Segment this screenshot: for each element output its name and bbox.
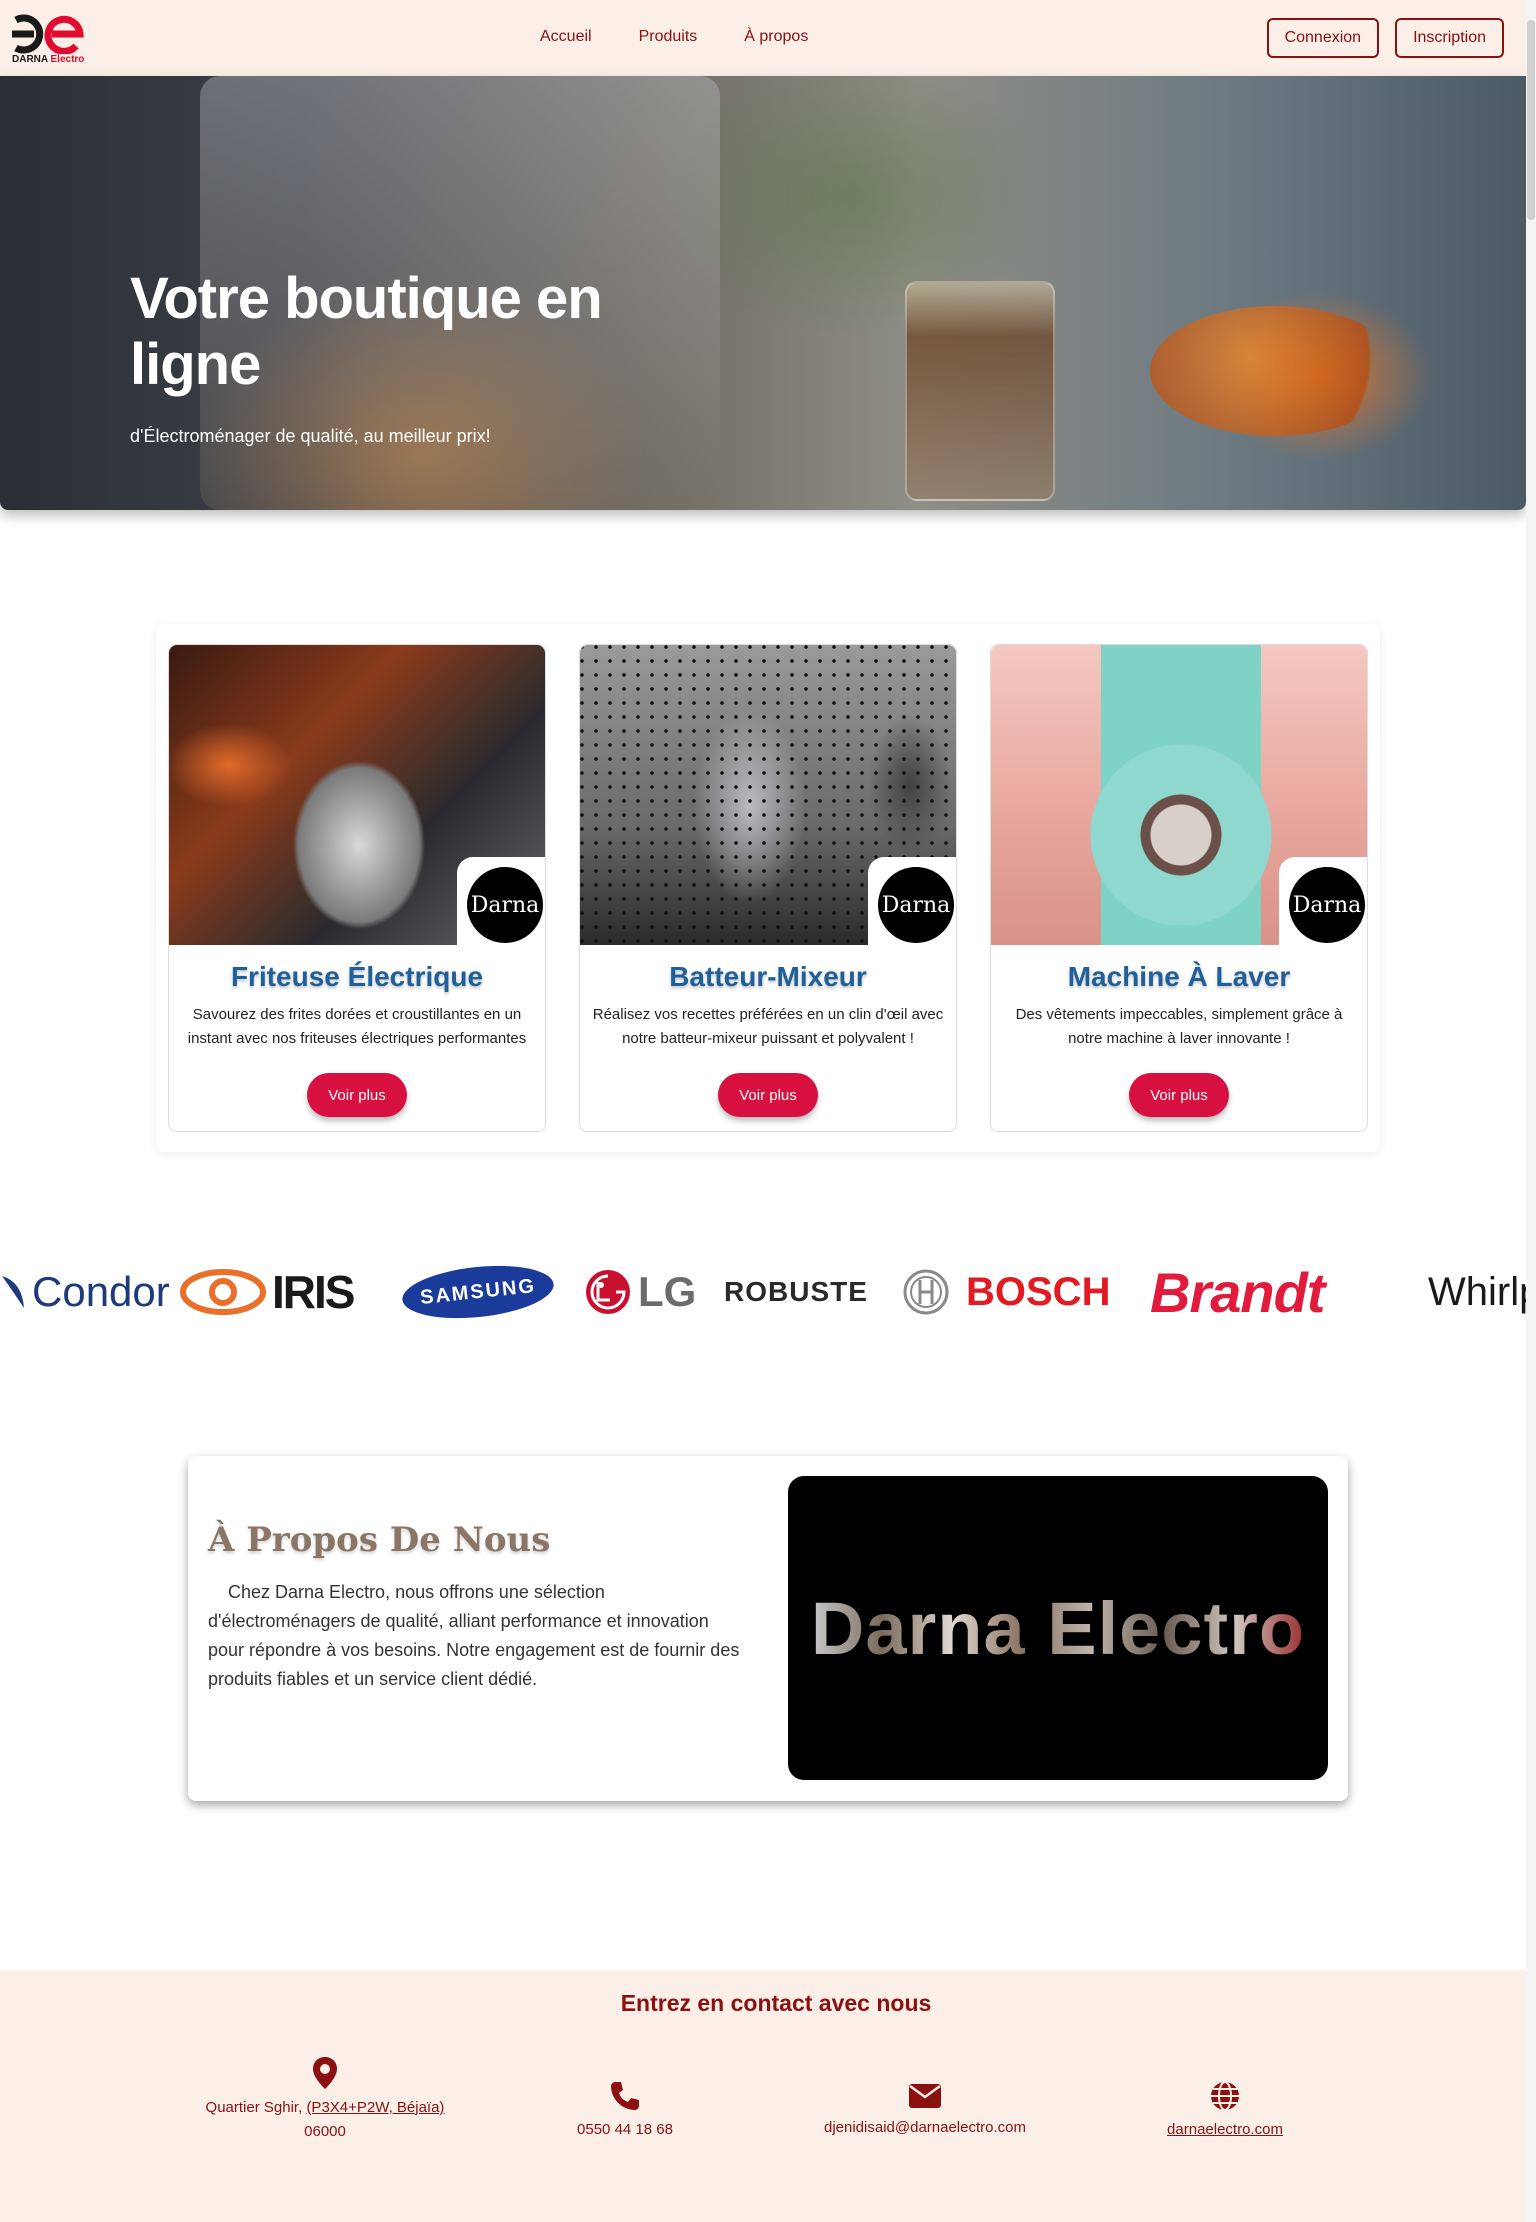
- brand-logo-bosch: BOSCH: [902, 1264, 1110, 1320]
- condor-wing-icon: [2, 1276, 24, 1308]
- login-button[interactable]: Connexion: [1266, 18, 1380, 58]
- brand-logo-iris: IRIS: [180, 1264, 355, 1320]
- product-image-batteur: Darna: [580, 645, 956, 945]
- about-section: À Propos De Nous Chez Darna Electro, nou…: [188, 1456, 1348, 1801]
- product-card-batteur: Darna Batteur-Mixeur Réalisez vos recett…: [579, 644, 957, 1132]
- auth-buttons: Connexion Inscription: [1266, 18, 1504, 58]
- scrollbar-thumb[interactable]: [1527, 20, 1535, 220]
- product-description: Réalisez vos recettes préférées en un cl…: [592, 1006, 944, 1047]
- page-scrollbar[interactable]: [1526, 0, 1536, 2222]
- product-description: Des vêtements impeccables, simplement gr…: [1015, 1006, 1343, 1047]
- address-map-link[interactable]: (P3X4+P2W, Béjaïa): [306, 2099, 444, 2116]
- main-nav: Accueil Produits À propos: [540, 28, 808, 46]
- product-card-machine-a-laver: Darna Machine À Laver Des vêtements impe…: [990, 644, 1368, 1132]
- badge-notch: Darna: [868, 857, 956, 945]
- about-title: À Propos De Nous: [208, 1520, 551, 1560]
- darna-badge: Darna: [1289, 867, 1365, 943]
- contact-phone: 0550 44 18 68: [495, 2080, 755, 2142]
- lg-face-icon: [586, 1270, 630, 1314]
- brand-logo-robuste: ROBUSTE: [724, 1276, 868, 1307]
- product-image-machine-a-laver: Darna: [991, 645, 1367, 945]
- nav-accueil[interactable]: Accueil: [540, 28, 592, 46]
- contact-footer: Entrez en contact avec nous Quartier Sgh…: [0, 1970, 1526, 2222]
- iris-eye-icon: [180, 1269, 266, 1315]
- logo[interactable]: DARNA Electro: [10, 10, 90, 66]
- hero-subtitle: d'Électroménager de qualité, au meilleur…: [130, 426, 491, 446]
- brands-strip: Condor IRIS SAMSUNG LG ROBUSTE BOSCH Bra…: [0, 1252, 1526, 1328]
- nav-a-propos[interactable]: À propos: [744, 28, 808, 46]
- logo-text: DARNA Electro: [12, 54, 85, 65]
- product-title: Machine À Laver: [1067, 961, 1291, 992]
- hero-oranges-image: [1150, 306, 1400, 436]
- brand-logo-condor: Condor: [0, 1264, 170, 1320]
- hero-title: Votre boutique en ligne: [130, 266, 603, 397]
- about-text: Chez Darna Electro, nous offrons une sél…: [208, 1582, 740, 1689]
- hero-banner: Votre boutique en ligne d'Électroménager…: [0, 76, 1526, 510]
- product-description: Savourez des frites dorées et croustilla…: [187, 1006, 527, 1047]
- mail-icon: [909, 2084, 941, 2108]
- signup-button[interactable]: Inscription: [1395, 18, 1504, 58]
- bosch-armature-icon: [903, 1269, 949, 1315]
- contact-email: djenidisaid@darnaelectro.com: [795, 2080, 1055, 2140]
- product-image-friteuse: Darna: [169, 645, 545, 945]
- website-link[interactable]: darnaelectro.com: [1167, 2121, 1283, 2138]
- badge-notch: Darna: [457, 857, 545, 945]
- product-card-friteuse: Darna Friteuse Électrique Savourez des f…: [168, 644, 546, 1132]
- badge-notch: Darna: [1279, 857, 1367, 945]
- phone-icon: [611, 2082, 639, 2110]
- hero-coffee-cup-image: [905, 281, 1055, 501]
- contact-website: darnaelectro.com: [1095, 2080, 1355, 2142]
- brand-logo-lg: LG: [584, 1264, 696, 1320]
- voir-plus-button[interactable]: Voir plus: [1129, 1073, 1229, 1117]
- nav-produits[interactable]: Produits: [639, 28, 698, 46]
- voir-plus-button[interactable]: Voir plus: [718, 1073, 818, 1117]
- brand-logo-whirlpool: Whirlp: [1428, 1269, 1526, 1314]
- about-video[interactable]: Darna Electro: [788, 1476, 1328, 1780]
- product-title: Batteur-Mixeur: [669, 961, 867, 992]
- navbar: DARNA Electro Accueil Produits À propos …: [0, 0, 1526, 76]
- location-icon: [313, 2057, 337, 2089]
- product-title: Friteuse Électrique: [230, 961, 484, 992]
- voir-plus-button[interactable]: Voir plus: [307, 1073, 407, 1117]
- products-section: Darna Friteuse Électrique Savourez des f…: [156, 624, 1380, 1152]
- globe-icon: [1211, 2081, 1239, 2111]
- brand-logo-samsung: SAMSUNG: [399, 1259, 557, 1325]
- about-video-text: Darna Electro: [810, 1586, 1306, 1670]
- contact-address: Quartier Sghir, (P3X4+P2W, Béjaïa) 06000: [195, 2056, 455, 2144]
- brand-logo-brandt: Brandt: [1150, 1260, 1325, 1324]
- footer-title: Entrez en contact avec nous: [620, 1990, 932, 2016]
- darna-badge: Darna: [467, 867, 543, 943]
- darna-badge: Darna: [878, 867, 954, 943]
- logo-mark-icon: [12, 14, 84, 54]
